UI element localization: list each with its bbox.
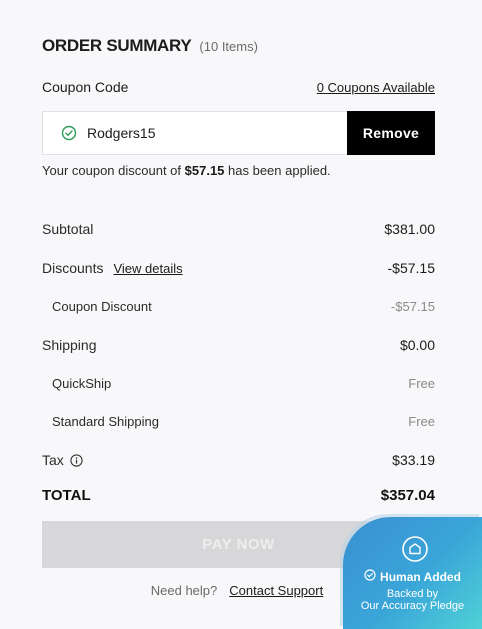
- coupon-msg-prefix: Your coupon discount of: [42, 163, 185, 178]
- subtotal-label: Subtotal: [42, 221, 94, 237]
- check-circle-icon: [364, 569, 376, 584]
- discounts-label: Discounts: [42, 260, 104, 276]
- subtotal-value: $381.00: [384, 221, 435, 237]
- shipping-label: Shipping: [42, 337, 97, 353]
- shipping-value: $0.00: [399, 337, 435, 353]
- coupon-input-group: Rodgers15 Remove: [42, 111, 435, 155]
- badge-title: Human Added: [380, 569, 461, 584]
- coupon-discount-value: -$57.15: [390, 299, 435, 314]
- coupon-discount-label: Coupon Discount: [52, 299, 152, 314]
- tax-row: Tax $33.19: [42, 452, 435, 468]
- coupon-header-row: Coupon Code 0 Coupons Available: [42, 79, 435, 95]
- coupon-discount-row: Coupon Discount -$57.15: [52, 299, 435, 314]
- shipping-row: Shipping $0.00: [42, 337, 435, 353]
- coupons-available-link[interactable]: 0 Coupons Available: [317, 80, 435, 95]
- badge-subtitle-line2: Our Accuracy Pledge: [360, 600, 465, 612]
- discounts-value: -$57.15: [387, 260, 435, 276]
- discounts-row: Discounts View details -$57.15: [42, 260, 435, 276]
- contact-support-link[interactable]: Contact Support: [229, 583, 323, 598]
- quickship-value: Free: [408, 376, 435, 391]
- total-label: TOTAL: [42, 487, 91, 504]
- discounts-label-group: Discounts View details: [42, 260, 183, 276]
- view-details-link[interactable]: View details: [113, 261, 182, 276]
- total-value: $357.04: [380, 487, 435, 504]
- order-summary-panel: ORDER SUMMARY (10 Items) Coupon Code 0 C…: [0, 0, 482, 629]
- tax-value: $33.19: [392, 452, 435, 468]
- coupon-code-value: Rodgers15: [87, 125, 156, 141]
- coupon-msg-suffix: has been applied.: [224, 163, 331, 178]
- accuracy-pledge-badge[interactable]: Human Added Backed by Our Accuracy Pledg…: [343, 517, 482, 629]
- quickship-label: QuickShip: [52, 376, 112, 391]
- tax-label-group: Tax: [42, 452, 83, 468]
- remove-coupon-button[interactable]: Remove: [347, 111, 435, 155]
- info-icon[interactable]: [70, 453, 83, 467]
- standard-shipping-value: Free: [408, 414, 435, 429]
- order-summary-header: ORDER SUMMARY (10 Items): [42, 36, 258, 56]
- total-row: TOTAL $357.04: [42, 487, 435, 504]
- tax-label: Tax: [42, 452, 64, 468]
- standard-shipping-label: Standard Shipping: [52, 414, 159, 429]
- badge-title-row: Human Added: [343, 569, 482, 584]
- coupon-msg-amount: $57.15: [184, 163, 225, 178]
- subtotal-row: Subtotal $381.00: [42, 221, 435, 237]
- help-question: Need help?: [150, 583, 218, 598]
- standard-shipping-row: Standard Shipping Free: [52, 414, 435, 429]
- shield-icon: [401, 535, 429, 563]
- item-count: (10 Items): [199, 39, 258, 54]
- check-circle-icon: [61, 125, 77, 141]
- coupon-code-label: Coupon Code: [42, 79, 129, 95]
- coupon-field[interactable]: Rodgers15: [43, 112, 347, 154]
- page-title: ORDER SUMMARY: [42, 36, 192, 55]
- coupon-applied-message: Your coupon discount of $57.15 has been …: [42, 163, 331, 178]
- badge-subtitle-line1: Backed by: [386, 588, 439, 600]
- quickship-row: QuickShip Free: [52, 376, 435, 391]
